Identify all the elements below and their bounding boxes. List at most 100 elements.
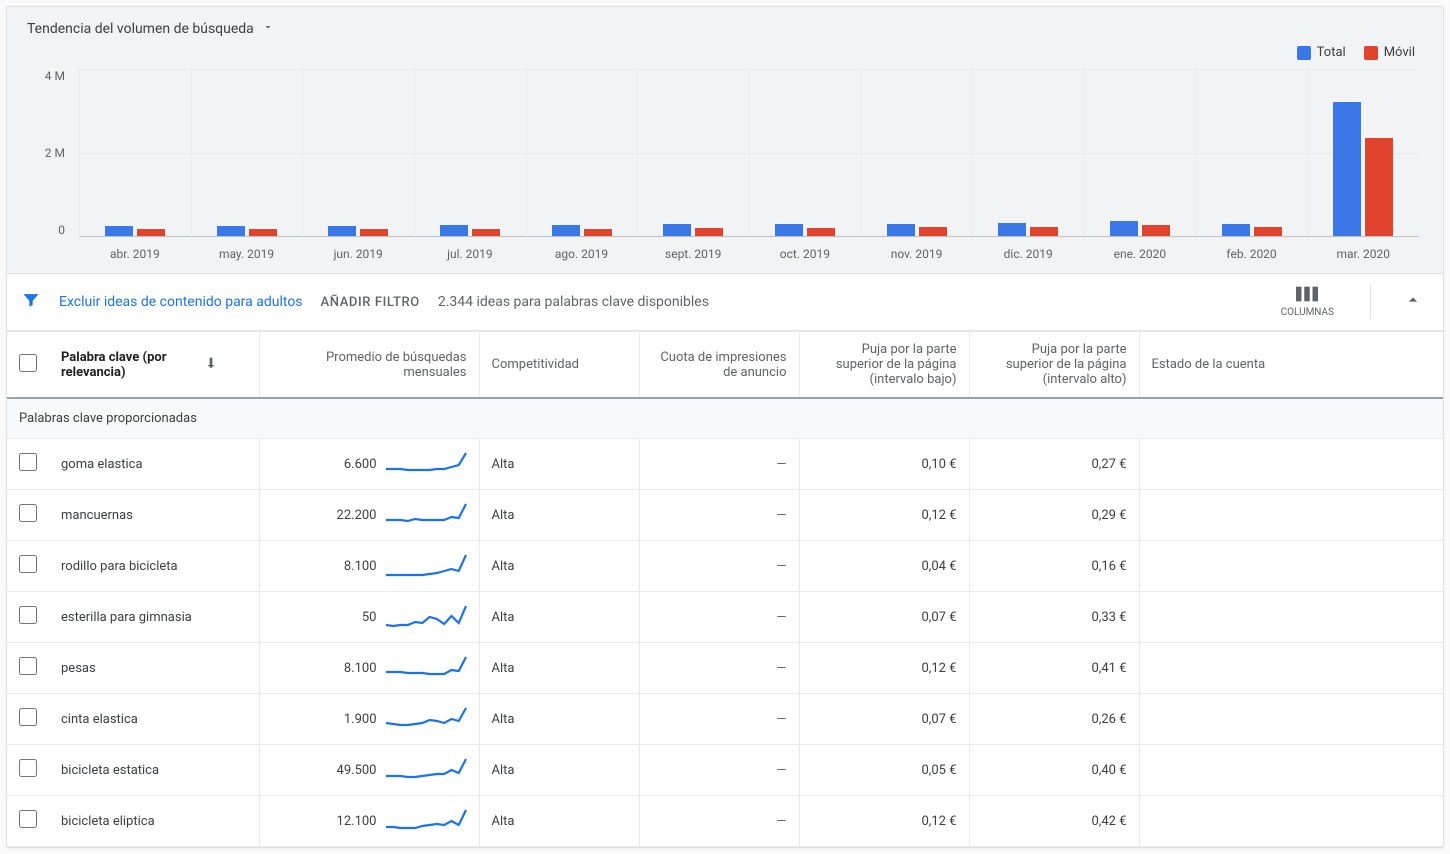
bar-total[interactable] [105, 226, 133, 236]
col-bid-high[interactable]: Puja por la parte superior de la página … [969, 332, 1139, 399]
row-checkbox[interactable] [19, 657, 37, 675]
row-checkbox[interactable] [19, 453, 37, 471]
table-row[interactable]: bicicleta estatica49.500Alta—0,05 €0,40 … [7, 745, 1443, 796]
cell-competition: Alta [479, 694, 639, 745]
bar-mobile[interactable] [807, 228, 835, 236]
row-checkbox[interactable] [19, 504, 37, 522]
chart-bucket [637, 69, 749, 236]
col-impression-share[interactable]: Cuota de impresiones de anuncio [639, 332, 799, 399]
bar-mobile[interactable] [249, 229, 277, 236]
cell-competition: Alta [479, 592, 639, 643]
cell-keyword: cinta elastica [49, 694, 259, 745]
col-keyword-label: Palabra clave (por relevancia) [61, 350, 191, 380]
select-all-header[interactable] [7, 332, 49, 399]
x-tick: oct. 2019 [749, 247, 861, 261]
bar-total[interactable] [775, 224, 803, 236]
bar-mobile[interactable] [1365, 138, 1393, 236]
legend-total[interactable]: Total [1297, 45, 1346, 60]
bar-total[interactable] [328, 226, 356, 236]
columns-icon [1296, 286, 1318, 305]
filter-bar: Excluir ideas de contenido para adultos … [7, 273, 1443, 331]
chart-bucket [749, 69, 861, 236]
table-row[interactable]: rodillo para bicicleta8.100Alta—0,04 €0,… [7, 541, 1443, 592]
row-checkbox[interactable] [19, 810, 37, 828]
row-checkbox[interactable] [19, 708, 37, 726]
chart-title-dropdown[interactable]: Tendencia del volumen de búsqueda [15, 13, 1435, 41]
section-label: Palabras clave proporcionadas [7, 398, 1443, 439]
col-avg-searches[interactable]: Promedio de búsquedas mensuales [259, 332, 479, 399]
bar-total[interactable] [552, 225, 580, 236]
bar-mobile[interactable] [360, 229, 388, 236]
chart-x-axis: abr. 2019may. 2019jun. 2019jul. 2019ago.… [79, 247, 1419, 261]
collapse-button[interactable] [1397, 290, 1429, 314]
cell-impression-share: — [639, 541, 799, 592]
exclude-adult-link[interactable]: Excluir ideas de contenido para adultos [59, 294, 303, 310]
table-row[interactable]: bicicleta eliptica12.100Alta—0,12 €0,42 … [7, 796, 1443, 847]
legend-mobile[interactable]: Móvil [1364, 45, 1415, 60]
chart-legend: Total Móvil [1297, 45, 1415, 60]
cell-account-status [1139, 745, 1443, 796]
cell-bid-low: 0,07 € [799, 592, 969, 643]
chart-bucket [861, 69, 973, 236]
row-checkbox[interactable] [19, 759, 37, 777]
table-row[interactable]: esterilla para gimnasia50Alta—0,07 €0,33… [7, 592, 1443, 643]
filter-icon[interactable] [21, 290, 41, 314]
x-tick: may. 2019 [191, 247, 303, 261]
chevron-down-icon [262, 21, 274, 37]
table-row[interactable]: cinta elastica1.900Alta—0,07 €0,26 € [7, 694, 1443, 745]
chart-plot [79, 69, 1419, 237]
bar-mobile[interactable] [584, 229, 612, 237]
cell-avg-searches: 8.100 [259, 541, 479, 592]
table-row[interactable]: pesas8.100Alta—0,12 €0,41 € [7, 643, 1443, 694]
sparkline-icon [385, 808, 467, 834]
row-checkbox[interactable] [19, 555, 37, 573]
bar-total[interactable] [887, 224, 915, 236]
columns-button[interactable]: COLUMNAS [1271, 286, 1344, 318]
table-row[interactable]: goma elastica6.600Alta—0,10 €0,27 € [7, 439, 1443, 490]
bar-mobile[interactable] [1142, 225, 1170, 236]
bar-total[interactable] [1110, 221, 1138, 236]
x-tick: dic. 2019 [972, 247, 1084, 261]
col-account-status[interactable]: Estado de la cuenta [1139, 332, 1443, 399]
cell-competition: Alta [479, 796, 639, 847]
bar-mobile[interactable] [1254, 227, 1282, 236]
keywords-table: Palabra clave (por relevancia) Promedio … [7, 331, 1443, 847]
cell-impression-share: — [639, 592, 799, 643]
table-row[interactable]: mancuernas22.200Alta—0,12 €0,29 € [7, 490, 1443, 541]
cell-impression-share: — [639, 796, 799, 847]
bar-mobile[interactable] [919, 227, 947, 236]
bar-total[interactable] [217, 226, 245, 236]
cell-avg-searches: 50 [259, 592, 479, 643]
x-tick: ago. 2019 [526, 247, 638, 261]
sparkline-icon [385, 553, 467, 579]
cell-avg-searches: 12.100 [259, 796, 479, 847]
bar-total[interactable] [440, 225, 468, 236]
cell-keyword: pesas [49, 643, 259, 694]
bar-total[interactable] [1333, 102, 1361, 236]
bar-mobile[interactable] [1030, 227, 1058, 236]
cell-bid-low: 0,05 € [799, 745, 969, 796]
cell-bid-high: 0,42 € [969, 796, 1139, 847]
cell-keyword: rodillo para bicicleta [49, 541, 259, 592]
add-filter-button[interactable]: AÑADIR FILTRO [321, 295, 420, 310]
bar-total[interactable] [663, 224, 691, 236]
cell-bid-high: 0,16 € [969, 541, 1139, 592]
cell-avg-searches: 22.200 [259, 490, 479, 541]
col-bid-low[interactable]: Puja por la parte superior de la página … [799, 332, 969, 399]
x-tick: mar. 2020 [1307, 247, 1419, 261]
bar-total[interactable] [998, 223, 1026, 236]
bar-total[interactable] [1222, 224, 1250, 236]
cell-account-status [1139, 643, 1443, 694]
x-tick: abr. 2019 [79, 247, 191, 261]
select-all-checkbox[interactable] [19, 354, 37, 372]
bar-mobile[interactable] [137, 229, 165, 236]
row-checkbox[interactable] [19, 606, 37, 624]
col-keyword[interactable]: Palabra clave (por relevancia) [49, 332, 259, 399]
section-provided-keywords: Palabras clave proporcionadas [7, 398, 1443, 439]
bar-mobile[interactable] [472, 229, 500, 237]
chart-bucket [302, 69, 414, 236]
sparkline-icon [385, 451, 467, 477]
bar-mobile[interactable] [695, 228, 723, 236]
col-competition[interactable]: Competitividad [479, 332, 639, 399]
cell-keyword: mancuernas [49, 490, 259, 541]
